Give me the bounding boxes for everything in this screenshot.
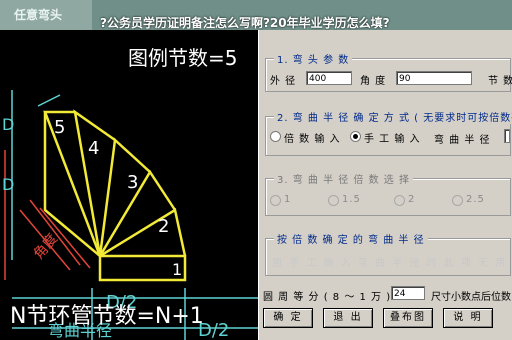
radius-label: 弯 曲 半 径 xyxy=(434,135,491,146)
legend-text: 图例节数=5 xyxy=(128,46,238,70)
exit-button[interactable]: 退 出 xyxy=(323,308,373,328)
segment-label: 3 xyxy=(127,172,138,193)
segments-label: 节 数 xyxy=(488,76,512,87)
angle-hatch xyxy=(4,150,91,280)
radio-multiple-2-5[interactable] xyxy=(452,195,463,206)
multiple-option-label: 1.5 xyxy=(342,194,361,205)
page-title: ?公务员学历证明备注怎么写啊?20年毕业学历怎么填? xyxy=(100,16,390,30)
angle-input[interactable]: 90 xyxy=(396,71,472,85)
group-title: 2. 弯 曲 半 径 确 定 方 式 ( 无要求时可按倍数确 xyxy=(274,109,512,124)
radio-multiple[interactable] xyxy=(270,131,281,142)
group-title: 按 倍 数 确 定 的 弯 曲 半 径 xyxy=(274,231,428,246)
radio-multiple-1-5[interactable] xyxy=(328,195,339,206)
ok-button[interactable]: 确 定 xyxy=(263,308,313,328)
multiple-option-label: 2 xyxy=(408,194,416,205)
radio-multiple-2[interactable] xyxy=(394,195,405,206)
group-multiple-radius: 按 倍 数 确 定 的 弯 曲 半 径 用 手 工 输 入 弯 曲 半 径 时 … xyxy=(265,231,511,276)
formula-text: N节环管节数=N+1 xyxy=(10,304,204,329)
group-radius-mode: 2. 弯 曲 半 径 确 定 方 式 ( 无要求时可按倍数确 倍 数 输 入 手… xyxy=(265,109,512,156)
segment-label: 2 xyxy=(158,216,169,237)
drawing-canvas: 5 4 3 2 1 D/2 D/2 D D 角度 弯曲半径 图例节数=5 N节环… xyxy=(0,30,258,340)
radio-manual-label[interactable]: 手 工 输 入 xyxy=(364,130,421,145)
window-tab-label: 任意弯头 xyxy=(14,8,63,22)
outer-diameter-label: 外 径 xyxy=(270,76,297,87)
multiple-option-label: 2.5 xyxy=(466,194,485,205)
radio-manual[interactable] xyxy=(350,131,361,142)
circle-divide-input[interactable]: 24 xyxy=(391,286,425,300)
elbow-segments xyxy=(43,109,187,282)
elbow-drawing: 5 4 3 2 1 D/2 D/2 D D 角度 弯曲半径 xyxy=(2,90,258,340)
radio-multiple-label[interactable]: 倍 数 输 入 xyxy=(284,130,341,145)
precision-label: 尺寸小数点后位数 xyxy=(431,292,511,303)
hint-text: 用 手 工 输 入 弯 曲 半 径 时 此 项 无 用 xyxy=(272,258,508,269)
group-radius-multiple: 3. 弯 曲 半 径 倍 数 选 择 1 1.5 2 2.5 xyxy=(265,171,511,216)
segment-label: 4 xyxy=(88,138,99,159)
angle-label: 角 度 xyxy=(360,76,387,87)
dimension-label-d: D xyxy=(2,175,14,194)
group-title: 3. 弯 曲 半 径 倍 数 选 择 xyxy=(274,171,413,186)
window-tab[interactable]: 任意弯头 xyxy=(0,0,92,30)
dimension-label-d: D xyxy=(2,115,14,134)
circle-divide-label: 圆 周 等 分 ( 8 ～ 1 万 ) xyxy=(263,292,392,303)
segment-label: 1 xyxy=(172,260,182,279)
title-bar: 任意弯头 ?公务员学历证明备注怎么写啊?20年毕业学历怎么填? xyxy=(0,0,512,30)
radio-multiple-1[interactable] xyxy=(270,195,281,206)
segment-label: 5 xyxy=(54,117,65,138)
group-title: 1. 弯 头 参 数 xyxy=(274,51,353,66)
elbow-dialog: 1. 弯 头 参 数 外 径 400 角 度 90 节 数 2. 弯 曲 半 径… xyxy=(258,30,512,340)
save-drawing-button[interactable]: 叠布图 xyxy=(383,308,433,328)
radius-input[interactable] xyxy=(504,129,510,143)
multiple-option-label: 1 xyxy=(284,194,292,205)
group-elbow-params: 1. 弯 头 参 数 外 径 400 角 度 90 节 数 xyxy=(265,51,512,92)
outer-diameter-input[interactable]: 400 xyxy=(306,71,352,85)
help-button[interactable]: 说 明 xyxy=(443,308,493,328)
